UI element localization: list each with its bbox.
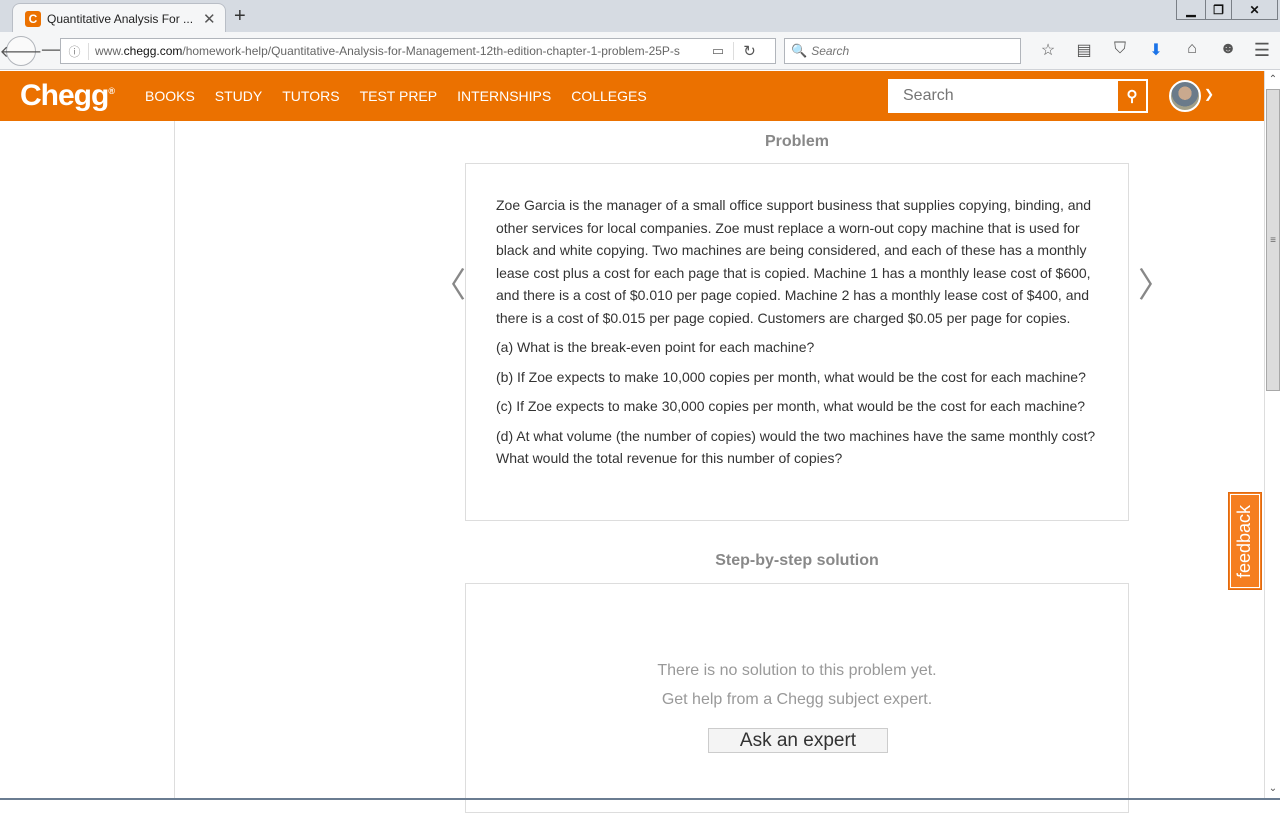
info-icon[interactable]: ⓘ	[61, 42, 89, 60]
problem-box: Zoe Garcia is the manager of a small off…	[465, 163, 1129, 521]
nav-tutors[interactable]: TUTORS	[282, 88, 339, 104]
arrow-left-icon: 🡐	[0, 43, 43, 61]
logo-text: Chegg	[20, 79, 109, 112]
ask-an-expert-button[interactable]: Ask an expert	[708, 728, 888, 753]
scroll-up-arrow-icon[interactable]: ⌃	[1265, 71, 1280, 88]
close-tab-icon[interactable]: ✕	[203, 10, 216, 28]
scroll-down-arrow-icon[interactable]: ⌄	[1265, 780, 1280, 797]
user-avatar[interactable]	[1169, 80, 1201, 112]
chegg-favicon-icon: C	[25, 10, 41, 27]
chegg-logo[interactable]: Chegg®	[20, 79, 115, 113]
reader-view-icon[interactable]: ▭	[703, 43, 733, 59]
url-domain: chegg.com	[123, 44, 183, 58]
nav-colleges[interactable]: COLLEGES	[571, 88, 646, 104]
home-icon[interactable]: ⌂	[1174, 40, 1210, 60]
feedback-label: feedback	[1234, 504, 1255, 578]
back-button[interactable]: 🡐	[0, 36, 42, 66]
window-controls: ▁ ❐ ✕	[1176, 0, 1278, 20]
browser-search-input[interactable]	[811, 44, 1012, 58]
grip-icon: ≡	[1270, 234, 1276, 246]
reading-list-icon[interactable]: ▤	[1066, 40, 1102, 60]
main-nav: BOOKS STUDY TUTORS TEST PREP INTERNSHIPS…	[145, 88, 647, 104]
problem-statement: Zoe Garcia is the manager of a small off…	[496, 197, 1092, 326]
question-c: (c) If Zoe expects to make 30,000 copies…	[496, 398, 1086, 414]
browser-titlebar: C Quantitative Analysis For ... ✕ + ▁ ❐ …	[0, 0, 1280, 33]
browser-navbar: 🡐 🡒 ⓘ www.chegg.com/homework-help/Quanti…	[0, 32, 1280, 70]
left-rail-divider	[174, 121, 175, 800]
minimize-button[interactable]: ▁	[1177, 0, 1205, 19]
question-b: (b) If Zoe expects to make 10,000 copies…	[496, 368, 1086, 385]
url-path: /homework-help/Quantitative-Analysis-for…	[182, 44, 680, 58]
site-search-button[interactable]: ⚲	[1117, 80, 1147, 112]
solution-heading: Step-by-step solution	[715, 552, 879, 569]
browser-search-bar[interactable]: 🔍	[784, 38, 1021, 64]
hamburger-menu-icon[interactable]: ☰	[1254, 40, 1270, 61]
url-prefix: www.	[95, 44, 124, 58]
registered-mark: ®	[108, 86, 115, 96]
reload-icon[interactable]: ↻	[733, 42, 765, 60]
close-window-button[interactable]: ✕	[1231, 0, 1277, 19]
nav-books[interactable]: BOOKS	[145, 88, 195, 104]
no-solution-message: There is no solution to this problem yet…	[657, 662, 937, 679]
previous-problem-arrow-icon[interactable]: 〈	[432, 258, 466, 307]
scroll-thumb[interactable]: ≡	[1266, 89, 1280, 391]
browser-tab-active[interactable]: C Quantitative Analysis For ... ✕	[12, 3, 226, 33]
address-bar[interactable]: ⓘ www.chegg.com/homework-help/Quantitati…	[60, 38, 776, 64]
nav-internships[interactable]: INTERNSHIPS	[457, 88, 551, 104]
restore-button[interactable]: ❐	[1205, 0, 1231, 19]
pocket-icon[interactable]: ⛉	[1102, 40, 1138, 60]
chat-smiley-icon[interactable]: ☻	[1210, 40, 1246, 60]
bookmark-star-icon[interactable]: ☆	[1030, 40, 1066, 60]
feedback-tab[interactable]: feedback	[1228, 492, 1262, 590]
chevron-down-icon[interactable]: ❯	[1204, 87, 1214, 101]
nav-test-prep[interactable]: TEST PREP	[360, 88, 438, 104]
expert-help-message: Get help from a Chegg subject expert.	[661, 691, 933, 708]
toolbar-icons: ☆ ▤ ⛉ ⬇ ⌂ ☻	[1030, 40, 1246, 60]
site-search-input[interactable]	[889, 80, 1117, 112]
download-icon[interactable]: ⬇	[1138, 40, 1174, 60]
question-a: (a) What is the break-even point for eac…	[496, 339, 815, 355]
site-search: ⚲	[888, 79, 1148, 113]
question-d: (d) At what volume (the number of copies…	[496, 427, 1096, 467]
solution-box: There is no solution to this problem yet…	[465, 583, 1129, 813]
tab-title: Quantitative Analysis For ...	[47, 11, 194, 26]
nav-study[interactable]: STUDY	[215, 88, 262, 104]
search-icon: ⚲	[1126, 88, 1138, 105]
search-icon: 🔍	[791, 43, 808, 58]
page-scrollbar[interactable]: ⌃ ≡ ⌄	[1264, 71, 1280, 800]
problem-heading: Problem	[764, 133, 829, 150]
site-header: Chegg® BOOKS STUDY TUTORS TEST PREP INTE…	[0, 71, 1264, 121]
next-problem-arrow-icon[interactable]: 〉	[1138, 258, 1172, 307]
new-tab-button[interactable]: +	[234, 5, 246, 28]
url-text[interactable]: www.chegg.com/homework-help/Quantitative…	[89, 44, 703, 58]
